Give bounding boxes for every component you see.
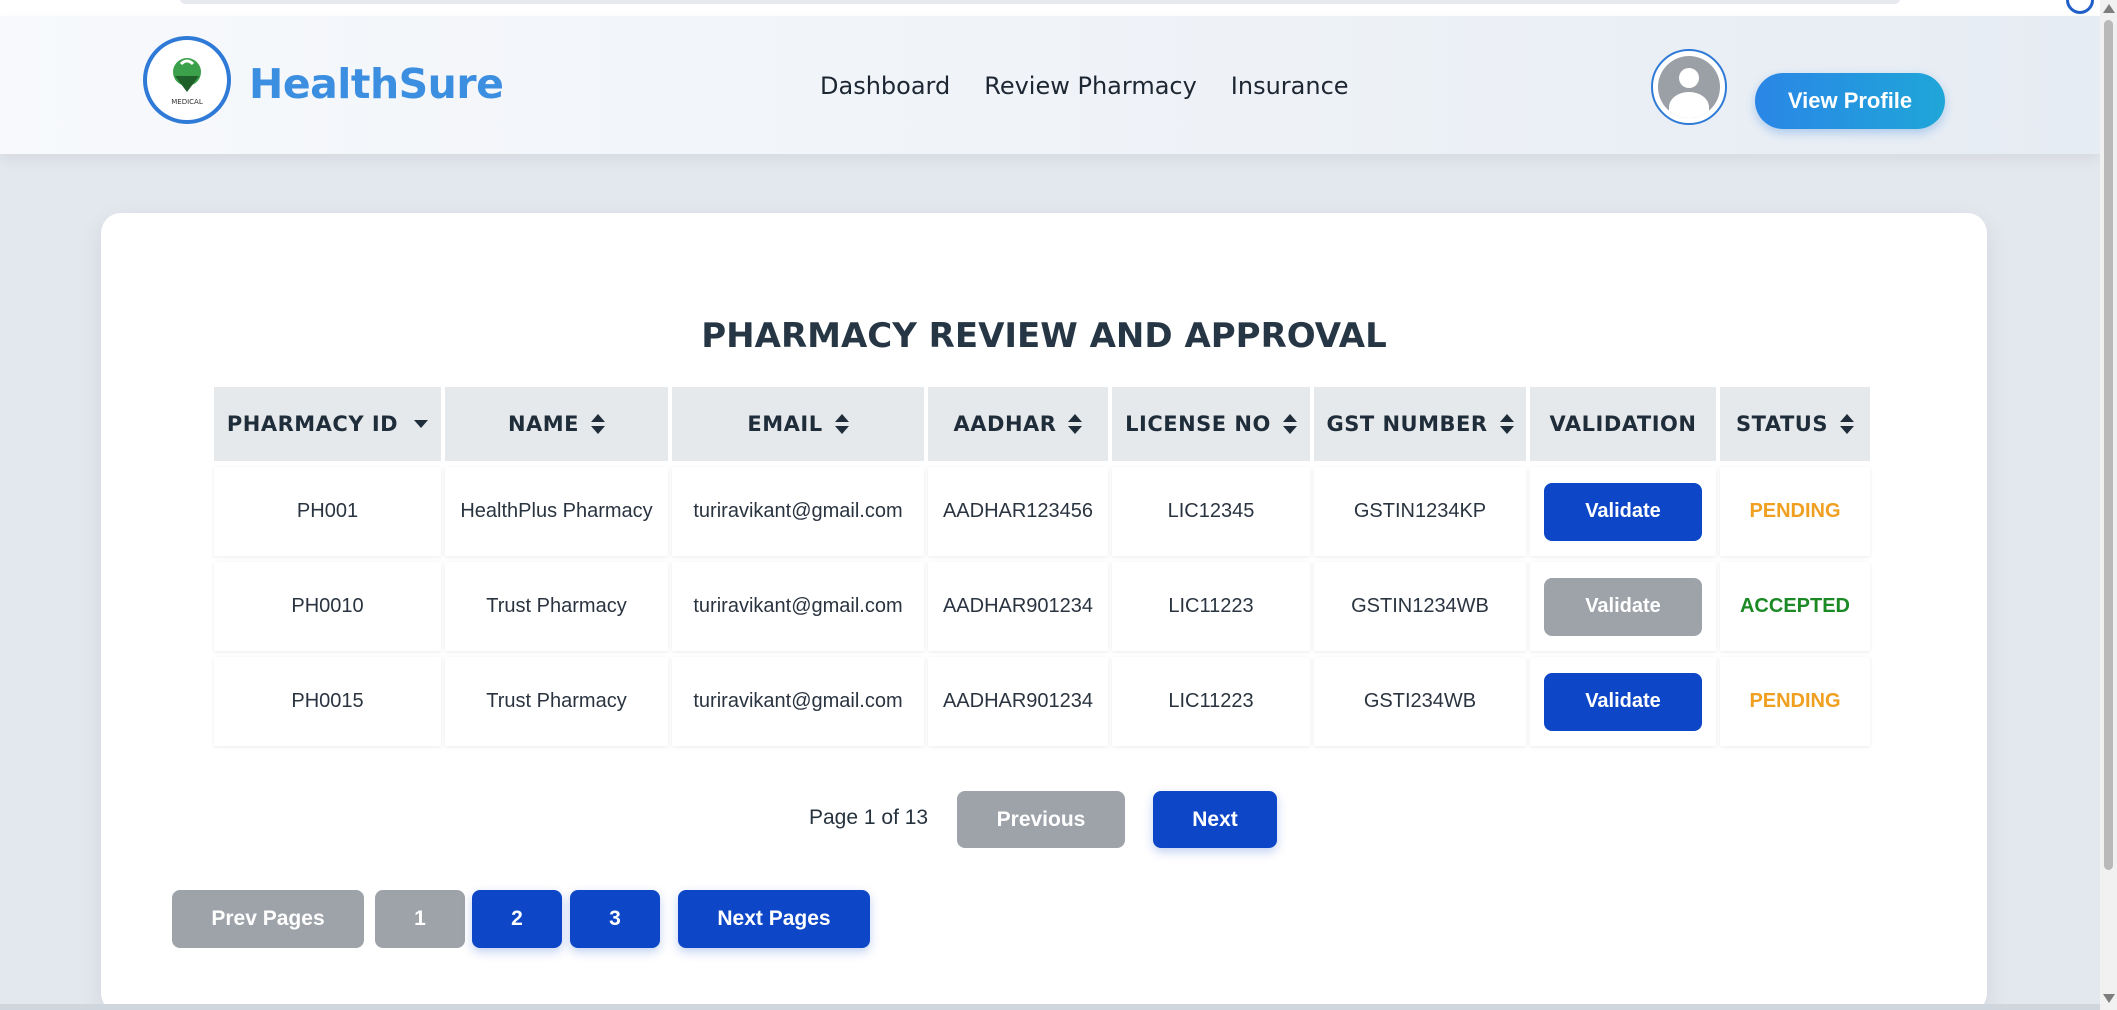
cell-email: turiravikant@gmail.com (672, 562, 924, 651)
column-header-validation: VALIDATION (1530, 387, 1716, 461)
sort-icon[interactable] (1282, 414, 1297, 434)
cell-name: Trust Pharmacy (445, 562, 668, 651)
cell-validation: Validate (1530, 562, 1716, 651)
previous-button[interactable]: Previous (957, 791, 1125, 848)
page-2-button[interactable]: 2 (472, 890, 562, 948)
page-title: PHARMACY REVIEW AND APPROVAL (701, 316, 1387, 356)
sort-desc-icon[interactable] (414, 420, 429, 428)
logo[interactable]: MEDICAL (143, 36, 231, 124)
page-1-button[interactable]: 1 (375, 890, 465, 948)
cell-name: HealthPlus Pharmacy (445, 467, 668, 556)
column-label: VALIDATION (1549, 412, 1697, 436)
column-label: EMAIL (747, 412, 823, 436)
column-header-license-no[interactable]: LICENSE NO (1112, 387, 1310, 461)
brand-name[interactable]: HealthSure (249, 60, 504, 108)
column-label: STATUS (1736, 412, 1828, 436)
status-badge: PENDING (1749, 690, 1841, 712)
scroll-up-icon[interactable] (2103, 4, 2115, 13)
column-label: PHARMACY ID (226, 412, 399, 436)
column-header-status[interactable]: STATUS (1720, 387, 1870, 461)
view-profile-button[interactable]: View Profile (1755, 73, 1945, 129)
pharmacy-table: PHARMACY ID NAME EMAIL AADHAR LICENSE NO… (214, 387, 1874, 746)
column-label: LICENSE NO (1125, 412, 1271, 436)
column-header-pharmacy-id[interactable]: PHARMACY ID (214, 387, 441, 461)
sort-icon[interactable] (1839, 414, 1854, 434)
cell-license: LIC11223 (1112, 657, 1310, 746)
column-label: GST NUMBER (1326, 412, 1488, 436)
next-pages-button[interactable]: Next Pages (678, 890, 870, 948)
browser-top-strip (0, 0, 2100, 16)
cell-pharmacy-id: PH0015 (214, 657, 441, 746)
cell-status: ACCEPTED (1720, 562, 1870, 651)
page-3-button[interactable]: 3 (570, 890, 660, 948)
validate-button-disabled[interactable]: Validate (1544, 577, 1702, 636)
cell-pharmacy-id: PH001 (214, 467, 441, 556)
cell-license: LIC11223 (1112, 562, 1310, 651)
table-row: PH001 HealthPlus Pharmacy turiravikant@g… (214, 461, 1874, 556)
bottom-edge (0, 1004, 2100, 1010)
column-header-name[interactable]: NAME (445, 387, 668, 461)
cell-email: turiravikant@gmail.com (672, 657, 924, 746)
prev-pages-button[interactable]: Prev Pages (172, 890, 364, 948)
cell-gst: GSTIN1234KP (1314, 467, 1526, 556)
column-label: NAME (507, 412, 580, 436)
avatar[interactable] (1651, 49, 1727, 125)
browser-circle-icon[interactable] (2066, 0, 2094, 14)
nav-insurance[interactable]: Insurance (1231, 72, 1349, 100)
nav-dashboard[interactable]: Dashboard (820, 72, 950, 100)
address-bar[interactable] (180, 0, 1900, 4)
cell-pharmacy-id: PH0010 (214, 562, 441, 651)
column-header-email[interactable]: EMAIL (672, 387, 924, 461)
sort-icon[interactable] (1068, 414, 1083, 434)
column-header-aadhar[interactable]: AADHAR (928, 387, 1108, 461)
cell-status: PENDING (1720, 657, 1870, 746)
top-navbar: MEDICAL HealthSure Dashboard Review Phar… (0, 16, 2100, 154)
next-button[interactable]: Next (1153, 791, 1277, 848)
table-row: PH0010 Trust Pharmacy turiravikant@gmail… (214, 556, 1874, 651)
column-label: AADHAR (953, 412, 1057, 436)
sort-icon[interactable] (1499, 414, 1514, 434)
validate-button[interactable]: Validate (1544, 672, 1702, 731)
user-avatar-icon (1658, 56, 1720, 118)
scroll-down-icon[interactable] (2103, 994, 2115, 1003)
medical-logo-icon: MEDICAL (157, 50, 217, 110)
table-header-row: PHARMACY ID NAME EMAIL AADHAR LICENSE NO… (214, 387, 1874, 461)
cell-gst: GSTIN1234WB (1314, 562, 1526, 651)
cell-validation: Validate (1530, 467, 1716, 556)
table-row: PH0015 Trust Pharmacy turiravikant@gmail… (214, 651, 1874, 746)
logo-text: MEDICAL (171, 98, 203, 106)
status-badge: PENDING (1749, 500, 1841, 522)
sort-icon[interactable] (591, 414, 606, 434)
cell-validation: Validate (1530, 657, 1716, 746)
cell-aadhar: AADHAR901234 (928, 657, 1108, 746)
validate-button[interactable]: Validate (1544, 482, 1702, 541)
cell-aadhar: AADHAR123456 (928, 467, 1108, 556)
nav-review-pharmacy[interactable]: Review Pharmacy (984, 72, 1197, 100)
main-nav: Dashboard Review Pharmacy Insurance (820, 72, 1349, 100)
page-info: Page 1 of 13 (809, 806, 929, 829)
cell-aadhar: AADHAR901234 (928, 562, 1108, 651)
sort-icon[interactable] (834, 414, 849, 434)
vertical-scrollbar[interactable] (2100, 0, 2117, 1010)
scrollbar-thumb[interactable] (2104, 20, 2113, 870)
cell-license: LIC12345 (1112, 467, 1310, 556)
status-badge: ACCEPTED (1739, 595, 1850, 617)
cell-name: Trust Pharmacy (445, 657, 668, 746)
cell-status: PENDING (1720, 467, 1870, 556)
cell-email: turiravikant@gmail.com (672, 467, 924, 556)
column-header-gst-number[interactable]: GST NUMBER (1314, 387, 1526, 461)
cell-gst: GSTI234WB (1314, 657, 1526, 746)
